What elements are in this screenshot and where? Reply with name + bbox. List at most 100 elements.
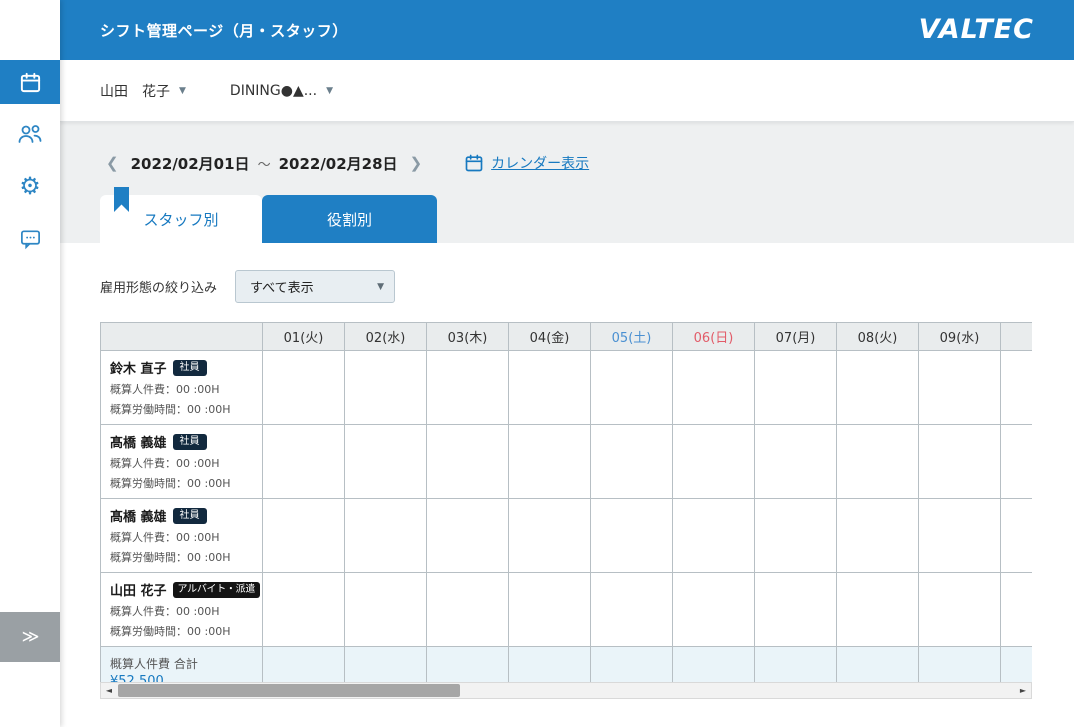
shift-cell[interactable] <box>263 573 345 647</box>
day-header: 03(木) <box>427 323 509 351</box>
chevron-down-icon: ▼ <box>179 86 186 96</box>
sidebar-item-staff[interactable] <box>0 112 60 156</box>
page-title: シフト管理ページ（月・スタッフ） <box>100 20 348 41</box>
shift-cell[interactable] <box>837 573 919 647</box>
next-month-button[interactable]: ❯ <box>404 154 429 172</box>
employment-badge: アルバイト・派遣 <box>173 582 261 598</box>
totals-summary-cell: 概算人件費 合計 ¥52,500 概算労働時間 合計 63:45H <box>101 647 263 683</box>
shift-cell[interactable] <box>345 573 427 647</box>
prev-month-button[interactable]: ❮ <box>100 154 125 172</box>
shift-cell[interactable] <box>509 573 591 647</box>
shift-cell[interactable] <box>427 573 509 647</box>
shift-cell[interactable] <box>919 351 1001 425</box>
shift-cell[interactable] <box>919 425 1001 499</box>
shift-cell[interactable] <box>263 499 345 573</box>
chevron-down-icon: ▼ <box>377 282 384 292</box>
sidebar-items: ⚙ <box>0 0 60 260</box>
shift-cell[interactable] <box>837 351 919 425</box>
shift-cell[interactable] <box>345 425 427 499</box>
calendar-view-link[interactable]: カレンダー表示 <box>464 153 589 173</box>
staff-cost: 概算人件費：00 :00H <box>110 381 253 397</box>
shift-cell[interactable] <box>1001 573 1033 647</box>
tab-by-staff-label: スタッフ別 <box>143 209 218 230</box>
shift-cell[interactable] <box>673 499 755 573</box>
shift-cell[interactable] <box>427 425 509 499</box>
shift-cell[interactable] <box>591 573 673 647</box>
table-row: 髙橋 義雄 社員 概算人件費：00 :00H 概算労働時間：00 :00H <box>101 425 1033 499</box>
shift-cell[interactable] <box>1001 499 1033 573</box>
shift-cell[interactable] <box>509 499 591 573</box>
date-range-nav: ❮ 2022/02月01日 ～ 2022/02月28日 ❯ カレンダー表示 <box>100 148 1074 178</box>
shift-cell[interactable] <box>427 499 509 573</box>
employment-filter-label: 雇用形態の絞り込み <box>100 277 217 296</box>
chevron-down-icon: ▼ <box>326 86 333 96</box>
staff-info-cell: 山田 花子 アルバイト・派遣 概算人件費：00 :00H 概算労働時間：00 :… <box>101 573 263 647</box>
staff-selector[interactable]: 山田 花子 ▼ <box>100 81 186 101</box>
shift-cell[interactable] <box>263 425 345 499</box>
staff-name: 髙橋 義雄 <box>110 432 167 451</box>
shift-cell[interactable] <box>755 573 837 647</box>
shift-cell[interactable] <box>1001 425 1033 499</box>
store-selector[interactable]: DINING●▲... ▼ <box>230 83 333 99</box>
shift-cell[interactable] <box>673 573 755 647</box>
day-total-cell: 00:00H <box>837 647 919 683</box>
shift-cell[interactable] <box>919 499 1001 573</box>
day-header: 09(水) <box>919 323 1001 351</box>
day-total-cell: 00:00H <box>263 647 345 683</box>
shift-cell[interactable] <box>345 351 427 425</box>
employment-filter-row: 雇用形態の絞り込み すべて表示 ▼ <box>100 270 1074 303</box>
staff-hours: 概算労働時間：00 :00H <box>110 623 253 639</box>
staff-cost: 概算人件費：00 :00H <box>110 603 253 619</box>
shift-cell[interactable] <box>345 499 427 573</box>
staff-hours: 概算労働時間：00 :00H <box>110 401 253 417</box>
shift-cell[interactable] <box>591 499 673 573</box>
tab-by-staff[interactable]: スタッフ別 <box>100 195 262 243</box>
gear-icon: ⚙ <box>19 174 41 198</box>
sidebar-expand-button[interactable]: ≫ <box>0 612 60 662</box>
shift-cell[interactable] <box>755 351 837 425</box>
tab-by-role[interactable]: 役割別 <box>262 195 437 243</box>
sidebar-item-messages[interactable] <box>0 216 60 260</box>
shift-cell[interactable] <box>263 351 345 425</box>
staff-info-cell: 髙橋 義雄 社員 概算人件費：00 :00H 概算労働時間：00 :00H <box>101 499 263 573</box>
day-total-cell: 00:00H <box>673 647 755 683</box>
day-header: 10 <box>1001 323 1033 351</box>
employment-filter-select[interactable]: すべて表示 ▼ <box>235 270 395 303</box>
shift-cell[interactable] <box>509 425 591 499</box>
shift-cell[interactable] <box>427 351 509 425</box>
scrollbar-thumb[interactable] <box>118 684 460 697</box>
shift-cell[interactable] <box>919 573 1001 647</box>
sidebar-item-settings[interactable]: ⚙ <box>0 164 60 208</box>
staff-cost: 概算人件費：00 :00H <box>110 529 253 545</box>
horizontal-scrollbar[interactable]: ◄ ► <box>100 682 1032 699</box>
day-header: 02(水) <box>345 323 427 351</box>
day-header-sunday: 06(日) <box>673 323 755 351</box>
day-total-cell: 00:00H <box>345 647 427 683</box>
shift-cell[interactable] <box>755 499 837 573</box>
shift-cell[interactable] <box>673 425 755 499</box>
shift-cell[interactable] <box>1001 351 1033 425</box>
day-total-cell: 00:00H <box>755 647 837 683</box>
shift-cell[interactable] <box>591 425 673 499</box>
scroll-left-icon[interactable]: ◄ <box>101 683 117 698</box>
staff-info-cell: 鈴木 直子 社員 概算人件費：00 :00H 概算労働時間：00 :00H <box>101 351 263 425</box>
shift-cell[interactable] <box>591 351 673 425</box>
staff-cost: 概算人件費：00 :00H <box>110 455 253 471</box>
sidebar-item-shift-calendar[interactable] <box>0 60 60 104</box>
total-cost-label: 概算人件費 合計 <box>110 655 253 672</box>
shift-cell[interactable] <box>509 351 591 425</box>
shift-cell[interactable] <box>755 425 837 499</box>
date-range-end: 2022/02月28日 <box>279 153 398 174</box>
scroll-right-icon[interactable]: ► <box>1015 683 1031 698</box>
calendar-view-link-label: カレンダー表示 <box>491 153 589 173</box>
calendar-icon <box>464 153 484 173</box>
staff-name: 鈴木 直子 <box>110 358 167 377</box>
shift-cell[interactable] <box>673 351 755 425</box>
shift-cell[interactable] <box>837 425 919 499</box>
day-header: 08(火) <box>837 323 919 351</box>
day-total-cell: 00:00H <box>1001 647 1033 683</box>
top-header: シフト管理ページ（月・スタッフ） VALTEC <box>60 0 1074 60</box>
store-selector-value: DINING●▲... <box>230 83 317 99</box>
shift-cell[interactable] <box>837 499 919 573</box>
employment-badge: 社員 <box>173 508 207 524</box>
